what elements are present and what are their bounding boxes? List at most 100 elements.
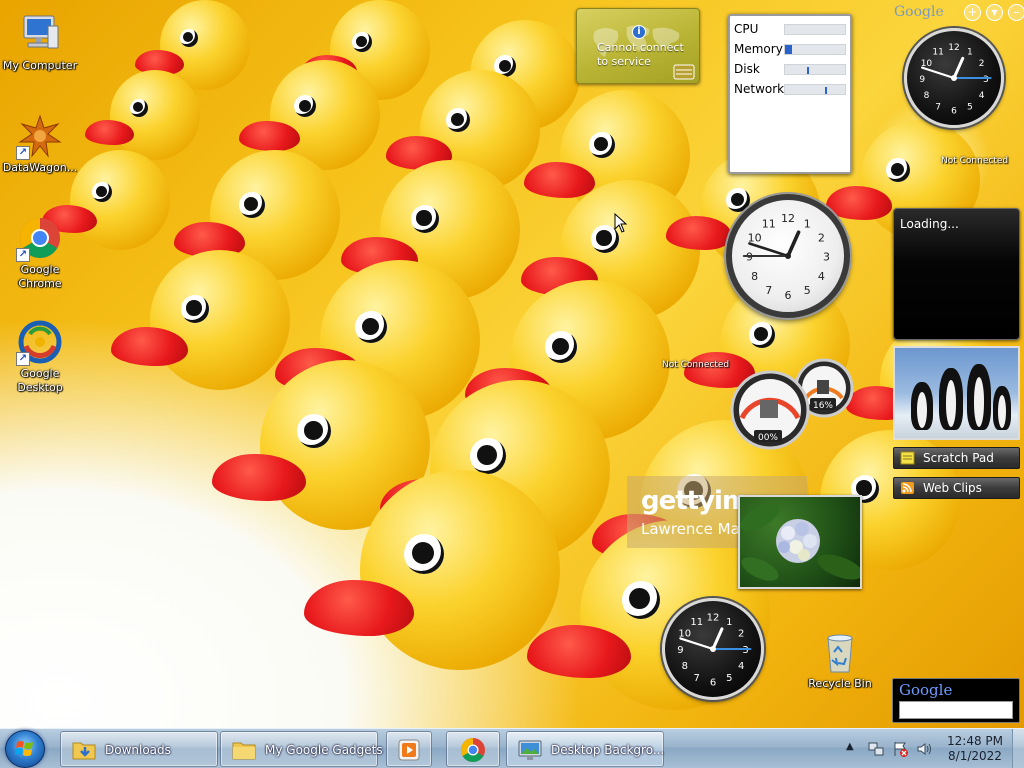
desktop-icon-google-desktop[interactable]: ↗ Google Desktop — [0, 320, 80, 395]
meter-bar-network — [784, 84, 846, 95]
svg-text:4: 4 — [979, 91, 985, 101]
duck-image — [84, 70, 200, 160]
google-desktop-icon: ↗ — [16, 320, 62, 366]
desktop-icon-my-computer[interactable]: My Computer — [0, 12, 80, 73]
svg-text:2: 2 — [818, 231, 825, 244]
svg-text:9: 9 — [677, 645, 683, 656]
system-meter-gadget[interactable]: CPU Memory Disk Network — [728, 14, 852, 174]
shortcut-arrow-icon: ↗ — [16, 352, 30, 366]
svg-text:4: 4 — [818, 270, 825, 283]
duck-image — [304, 470, 560, 670]
getty-credit-text: Lawrence Ma — [641, 520, 740, 538]
meter-bar-disk — [784, 64, 846, 75]
svg-text:8: 8 — [751, 270, 758, 283]
picture-frame-gadget[interactable] — [738, 495, 862, 589]
desktop-icon-recycle-bin[interactable]: Recycle Bin — [800, 630, 880, 691]
svg-text:2: 2 — [979, 59, 985, 69]
show-hidden-icons-button[interactable]: ▲ — [846, 741, 854, 752]
folder-icon — [72, 742, 96, 760]
svg-text:3: 3 — [823, 251, 830, 264]
analog-clock-gadget[interactable]: 1 2 3 4 5 6 7 8 9 10 11 12 — [904, 28, 1004, 128]
taskbar-item-desktop-background[interactable]: Desktop Backgro... — [506, 731, 664, 767]
svg-text:1: 1 — [726, 617, 732, 628]
svg-text:5: 5 — [967, 102, 973, 112]
google-search-input[interactable] — [899, 701, 1013, 719]
feed-loading-text: Loading... — [900, 217, 959, 231]
scratch-pad-button[interactable]: Scratch Pad — [893, 447, 1020, 469]
taskbar-item-chrome[interactable] — [446, 731, 500, 767]
taskbar-item-label: Desktop Backgro... — [551, 743, 665, 757]
network-icon[interactable] — [868, 741, 884, 757]
start-button[interactable] — [5, 730, 45, 768]
note-icon — [900, 451, 915, 465]
svg-text:11: 11 — [762, 217, 776, 230]
taskbar-item-media-player[interactable] — [386, 731, 432, 767]
svg-text:7: 7 — [765, 284, 772, 297]
computer-icon — [18, 12, 62, 56]
chrome-icon: ↗ — [16, 216, 62, 262]
volume-icon[interactable] — [916, 741, 932, 757]
svg-text:5: 5 — [726, 673, 732, 684]
svg-text:6: 6 — [710, 678, 716, 689]
google-search-gadget[interactable]: Google — [892, 678, 1020, 723]
chrome-icon — [460, 738, 485, 763]
sidebar-header: Google + ▾ – — [892, 2, 1024, 22]
desktop-icon-label: My Computer — [2, 59, 78, 72]
svg-text:12: 12 — [781, 212, 795, 225]
svg-text:12: 12 — [707, 612, 720, 623]
svg-text:5: 5 — [804, 284, 811, 297]
meter-fill — [785, 45, 793, 54]
weather-gadget[interactable]: i Cannot connect to service — [576, 8, 700, 84]
meter-fill — [824, 87, 827, 94]
penguin-image — [967, 364, 991, 430]
slideshow-gadget[interactable] — [893, 346, 1020, 440]
desktop-wallpaper — [0, 0, 1024, 728]
radio-icon — [673, 64, 695, 80]
desktop-icon-label: DataWagon... — [2, 161, 78, 174]
taskbar-item-my-google-gadgets[interactable]: My Google Gadgets — [220, 731, 383, 767]
google-logo: Google — [899, 681, 953, 699]
scratch-pad-label: Scratch Pad — [923, 451, 994, 465]
svg-text:3: 3 — [983, 75, 989, 85]
duck-image — [42, 150, 170, 250]
penguin-image — [939, 368, 963, 430]
meter-bar-cpu — [784, 24, 846, 35]
meter-label-network: Network — [734, 82, 785, 96]
svg-text:11: 11 — [932, 47, 943, 57]
desktop-icon-datawagon[interactable]: ↗ DataWagon... — [0, 114, 80, 175]
taskbar-clock[interactable]: 12:48 PM 8/1/2022 — [940, 734, 1010, 764]
cpu-meter-gadget[interactable]: 00% 16% — [728, 356, 858, 452]
svg-text:8: 8 — [924, 91, 930, 101]
clock-status-label: Not Connected — [941, 156, 1009, 166]
svg-text:8: 8 — [682, 661, 688, 672]
rss-icon — [901, 482, 914, 494]
processor-icon — [760, 400, 778, 418]
datawagon-icon: ↗ — [16, 114, 62, 160]
web-clips-button[interactable]: Web Clips — [893, 477, 1020, 499]
cpu-usage-value: 00% — [758, 433, 778, 443]
svg-text:9: 9 — [746, 251, 753, 264]
recycle-bin-icon — [818, 630, 862, 674]
news-feed-gadget[interactable]: Loading... — [893, 208, 1020, 340]
menu-button[interactable]: ▾ — [986, 4, 1003, 21]
ram-usage-value: 16% — [813, 401, 833, 411]
svg-text:6: 6 — [785, 289, 792, 302]
svg-text:1: 1 — [967, 47, 973, 57]
system-tray: ▲ 12:48 PM 8/1/2022 — [840, 729, 1024, 768]
analog-clock-gadget[interactable]: 1 2 3 4 5 6 7 8 9 10 11 12 — [726, 194, 850, 318]
taskbar-item-downloads[interactable]: Downloads — [60, 731, 218, 767]
svg-text:7: 7 — [694, 673, 700, 684]
penguin-image — [911, 382, 933, 430]
penguin-image — [993, 386, 1011, 430]
svg-text:1: 1 — [804, 217, 811, 230]
shortcut-arrow-icon: ↗ — [16, 146, 30, 160]
desktop-icon-google-chrome[interactable]: ↗ Google Chrome — [0, 216, 80, 291]
meter-label-memory: Memory — [734, 42, 783, 56]
analog-clock-gadget[interactable]: 1 2 3 4 5 6 7 8 9 10 11 12 — [662, 598, 764, 700]
windows-logo-icon — [15, 741, 33, 756]
add-gadget-button[interactable]: + — [964, 4, 981, 21]
show-desktop-button[interactable] — [1012, 729, 1024, 768]
minimize-button[interactable]: – — [1008, 4, 1024, 21]
action-center-icon[interactable] — [892, 741, 908, 757]
mouse-cursor-icon — [614, 213, 628, 233]
